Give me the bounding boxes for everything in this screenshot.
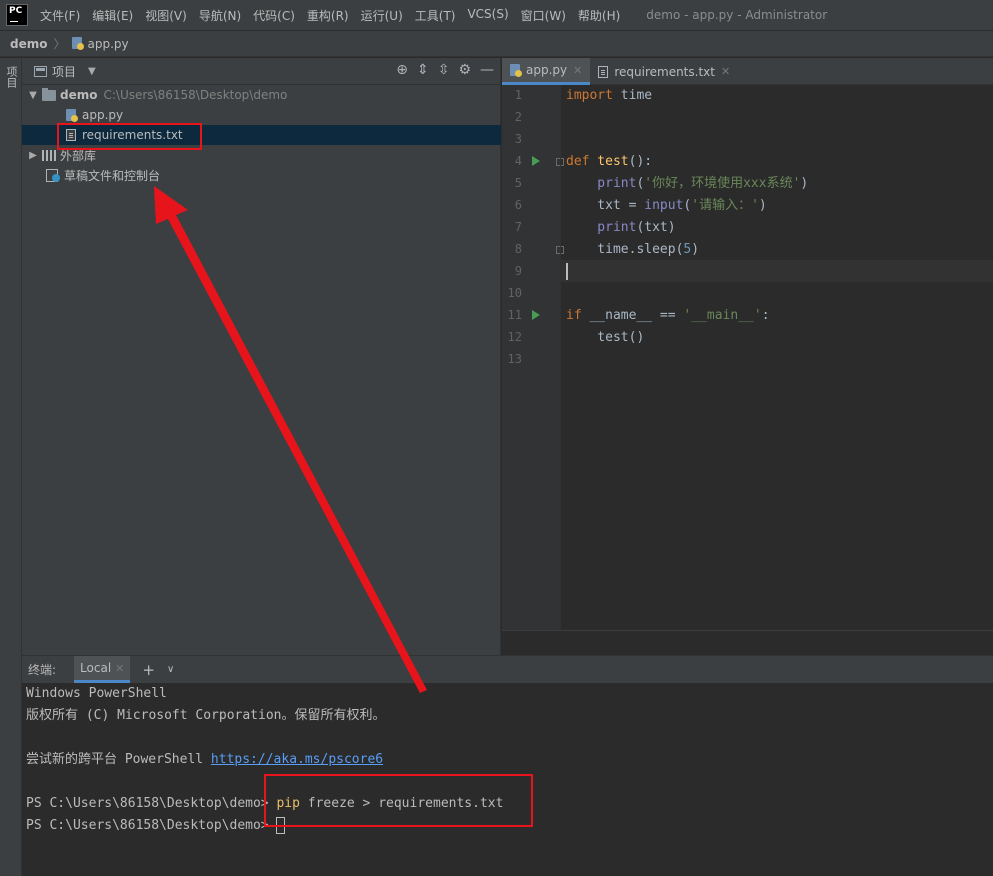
annotation-arrow (154, 186, 427, 693)
annotation-arrow-shape (154, 186, 427, 693)
